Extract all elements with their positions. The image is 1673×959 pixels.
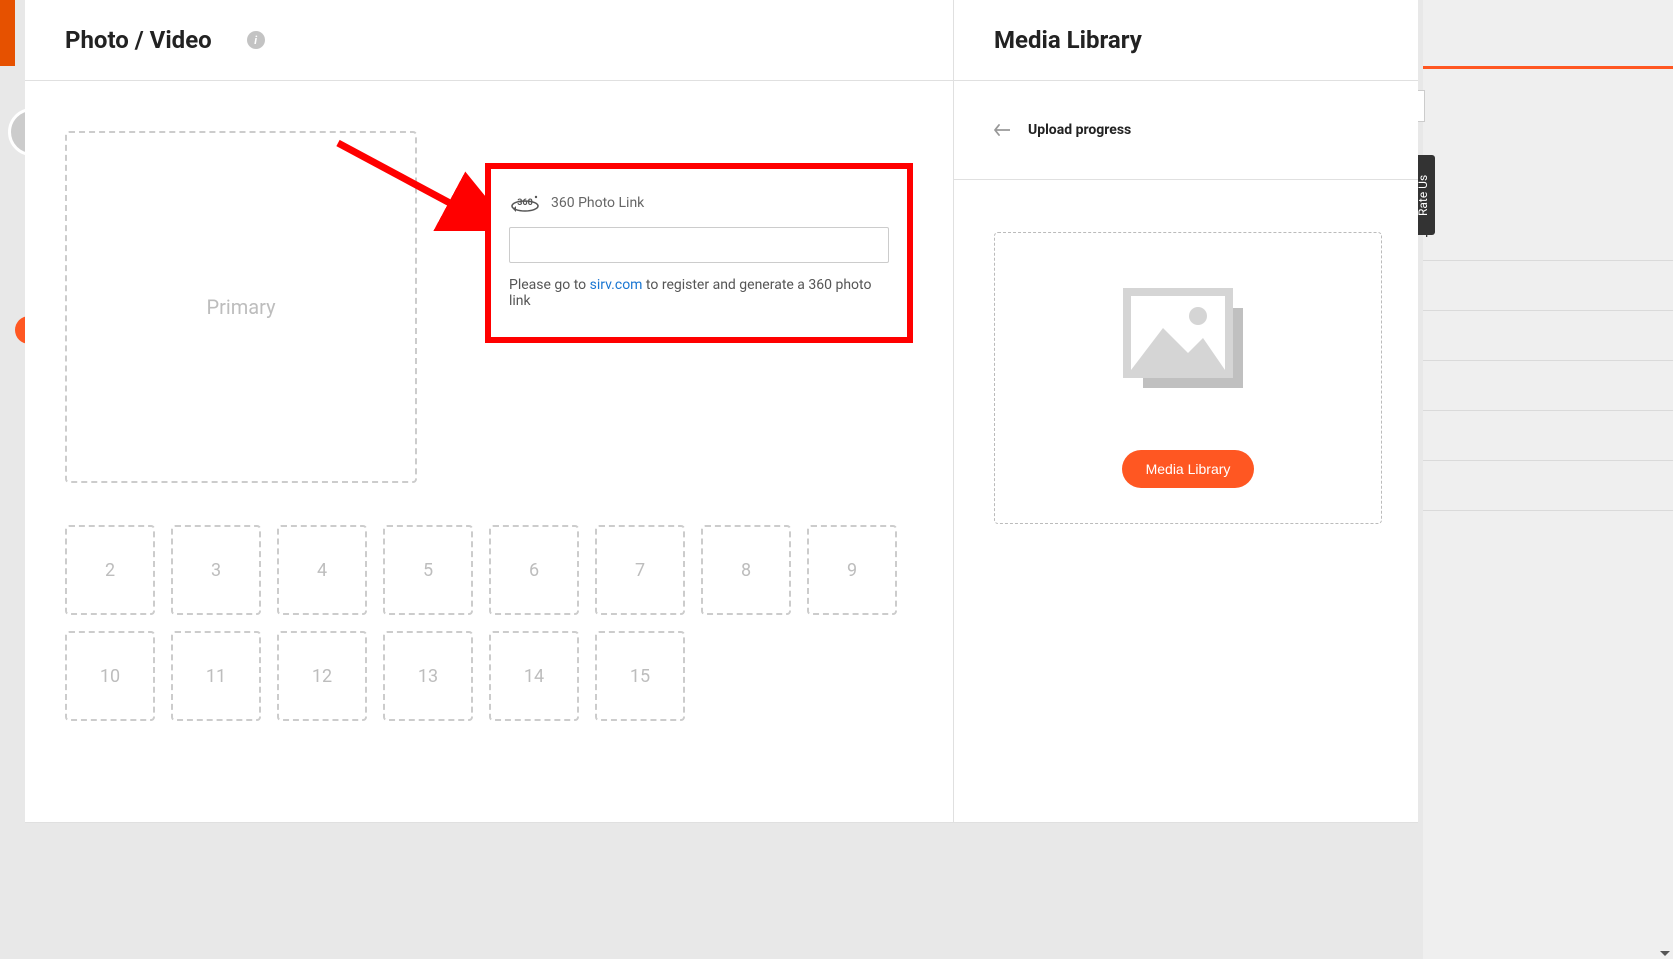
thumbnail-slot[interactable]: 15 bbox=[595, 631, 685, 721]
thumbnail-slot[interactable]: 11 bbox=[171, 631, 261, 721]
photo-link-label: 360 Photo Link bbox=[551, 195, 644, 211]
page-title: Media Library bbox=[994, 26, 1142, 54]
thumbnail-slot[interactable]: 5 bbox=[383, 525, 473, 615]
primary-image-slot[interactable]: Primary bbox=[65, 131, 417, 483]
media-library-panel: Media Library Upload progress bbox=[953, 0, 1418, 822]
thumbnail-slot[interactable]: 8 bbox=[701, 525, 791, 615]
photo-video-body: Primary 360 bbox=[25, 81, 953, 822]
background-row-divider bbox=[1423, 260, 1673, 261]
thumbnail-grid: 23456789 101112131415 bbox=[65, 525, 915, 721]
photo-link-input[interactable] bbox=[509, 227, 889, 263]
media-library-header: Media Library bbox=[954, 0, 1418, 81]
photo-link-highlight: 360 360 Photo Link Please go to sirv.com… bbox=[485, 163, 913, 343]
upload-progress-row[interactable]: Upload progress bbox=[954, 81, 1418, 180]
background-row-divider bbox=[1423, 360, 1673, 361]
svg-text:360: 360 bbox=[517, 198, 533, 208]
media-library-body: Media Library bbox=[954, 180, 1418, 822]
background-row-divider bbox=[1423, 410, 1673, 411]
360-icon: 360 bbox=[509, 191, 541, 215]
hint-prefix: Please go to bbox=[509, 277, 590, 293]
thumbnail-slot[interactable]: 12 bbox=[277, 631, 367, 721]
media-library-button[interactable]: Media Library bbox=[1122, 450, 1255, 488]
photo-link-header: 360 360 Photo Link bbox=[509, 191, 889, 215]
thumbnail-slot[interactable]: 13 bbox=[383, 631, 473, 721]
photo-video-header: Photo / Video i bbox=[25, 0, 953, 81]
thumbnail-slot[interactable]: 9 bbox=[807, 525, 897, 615]
background-orange-strip bbox=[1423, 66, 1673, 69]
photo-video-panel: Photo / Video i Primary bbox=[25, 0, 953, 822]
media-dropzone[interactable]: Media Library bbox=[994, 232, 1382, 524]
background-row-divider bbox=[1423, 510, 1673, 511]
thumbnail-slot[interactable]: 7 bbox=[595, 525, 685, 615]
background-row-divider bbox=[1423, 310, 1673, 311]
background-left-strip bbox=[0, 0, 15, 66]
thumbnail-slot[interactable]: 10 bbox=[65, 631, 155, 721]
thumbnail-slot[interactable]: 6 bbox=[489, 525, 579, 615]
sirv-link[interactable]: sirv.com bbox=[590, 277, 643, 293]
page-title: Photo / Video bbox=[65, 26, 212, 54]
media-modal: Photo / Video i Primary bbox=[25, 0, 1418, 823]
background-right-column bbox=[1423, 0, 1673, 959]
photo-link-hint: Please go to sirv.com to register and ge… bbox=[509, 277, 889, 309]
thumbnail-slot[interactable]: 4 bbox=[277, 525, 367, 615]
thumbnail-slot[interactable]: 2 bbox=[65, 525, 155, 615]
primary-slot-label: Primary bbox=[206, 295, 275, 319]
thumbnail-slot[interactable]: 3 bbox=[171, 525, 261, 615]
background-row-divider bbox=[1423, 460, 1673, 461]
upload-progress-label: Upload progress bbox=[1028, 122, 1131, 138]
background-dropdown-caret bbox=[1660, 951, 1670, 956]
thumbnail-slot[interactable]: 14 bbox=[489, 631, 579, 721]
images-placeholder-icon bbox=[1113, 268, 1263, 418]
back-arrow-icon[interactable] bbox=[994, 120, 1010, 141]
info-icon[interactable]: i bbox=[247, 31, 265, 49]
